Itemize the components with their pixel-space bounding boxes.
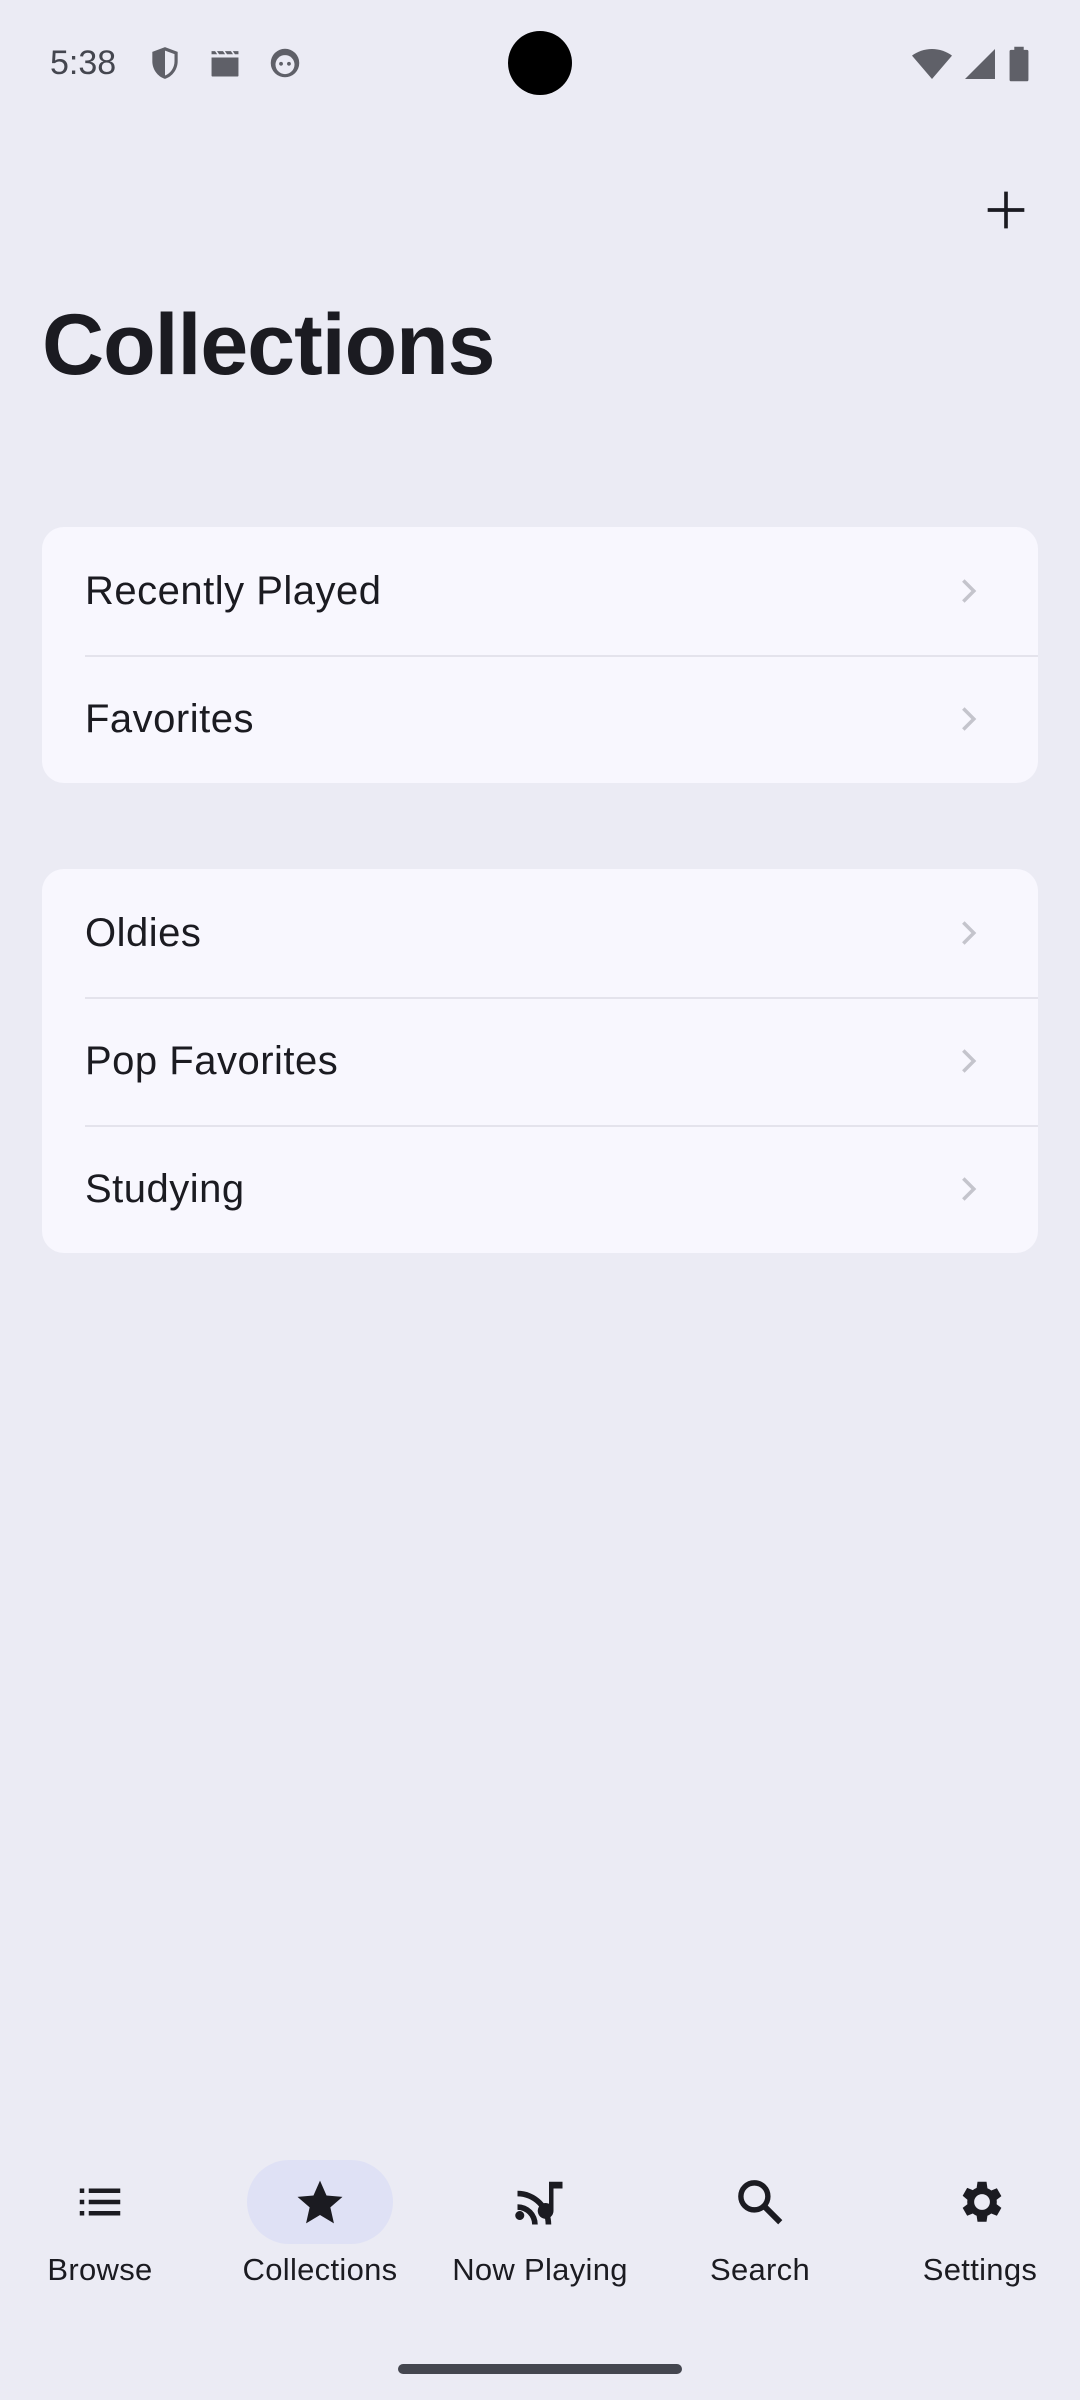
- nav-item-collections[interactable]: Collections: [220, 2160, 420, 2288]
- chevron-right-icon: [962, 1049, 977, 1073]
- add-collection-button[interactable]: [976, 180, 1036, 240]
- list-item-recently-played[interactable]: Recently Played: [42, 527, 1038, 655]
- home-indicator[interactable]: [398, 2364, 682, 2374]
- list-item-label: Pop Favorites: [85, 1038, 339, 1083]
- camera-cutout: [508, 31, 572, 95]
- status-notification-icons: [146, 44, 304, 82]
- shield-icon: [152, 47, 178, 79]
- battery-icon: [1009, 46, 1029, 82]
- star-icon: [297, 2180, 343, 2224]
- list-item-studying[interactable]: Studying: [42, 1125, 1038, 1253]
- list-item-pop-favorites[interactable]: Pop Favorites: [42, 997, 1038, 1125]
- list-icon: [79, 2188, 121, 2216]
- list-item-label: Studying: [85, 1166, 245, 1211]
- podcast-note-icon: [515, 2181, 563, 2225]
- nav-item-now-playing[interactable]: Now Playing: [440, 2160, 640, 2288]
- chevron-right-icon: [962, 1177, 977, 1201]
- list-item-favorites[interactable]: Favorites: [42, 655, 1038, 783]
- plus-icon: [987, 191, 1025, 229]
- signal-icon: [965, 49, 995, 79]
- list-item-label: Recently Played: [85, 568, 382, 613]
- nav-label: Now Playing: [452, 2252, 628, 2287]
- nav-label: Browse: [47, 2252, 153, 2287]
- clapperboard-icon: [209, 49, 241, 79]
- nav-label: Search: [709, 2252, 811, 2287]
- system-collections-list: Recently Played Favorites: [42, 527, 1038, 783]
- status-time: 5:38: [50, 44, 117, 82]
- chevron-right-icon: [962, 921, 977, 945]
- nav-item-browse[interactable]: Browse: [0, 2160, 200, 2288]
- nav-label: Settings: [922, 2252, 1038, 2287]
- nav-icon-container: [687, 2160, 833, 2244]
- nav-icon-container: [907, 2160, 1053, 2244]
- list-item-label: Favorites: [85, 696, 254, 741]
- list-item-oldies[interactable]: Oldies: [42, 869, 1038, 997]
- chevron-right-icon: [962, 707, 977, 731]
- status-bar: 5:38: [0, 0, 1080, 130]
- search-icon: [738, 2180, 783, 2225]
- nav-label: Collections: [242, 2252, 398, 2287]
- wifi-icon: [912, 49, 952, 79]
- page-title: Collections: [42, 297, 496, 393]
- chevron-right-icon: [962, 579, 977, 603]
- user-collections-list: Oldies Pop Favorites Studying: [42, 869, 1038, 1253]
- nav-icon-container: [27, 2160, 173, 2244]
- nav-item-settings[interactable]: Settings: [880, 2160, 1080, 2288]
- status-system-icons: [912, 44, 1030, 84]
- gear-icon: [962, 2181, 1002, 2222]
- bottom-navigation: Browse Collections Now Playing Search Se…: [0, 2140, 1080, 2320]
- list-item-label: Oldies: [85, 910, 202, 955]
- nav-item-search[interactable]: Search: [660, 2160, 860, 2288]
- nav-icon-container: [247, 2160, 393, 2244]
- face-icon: [270, 48, 300, 78]
- nav-icon-container: [467, 2160, 613, 2244]
